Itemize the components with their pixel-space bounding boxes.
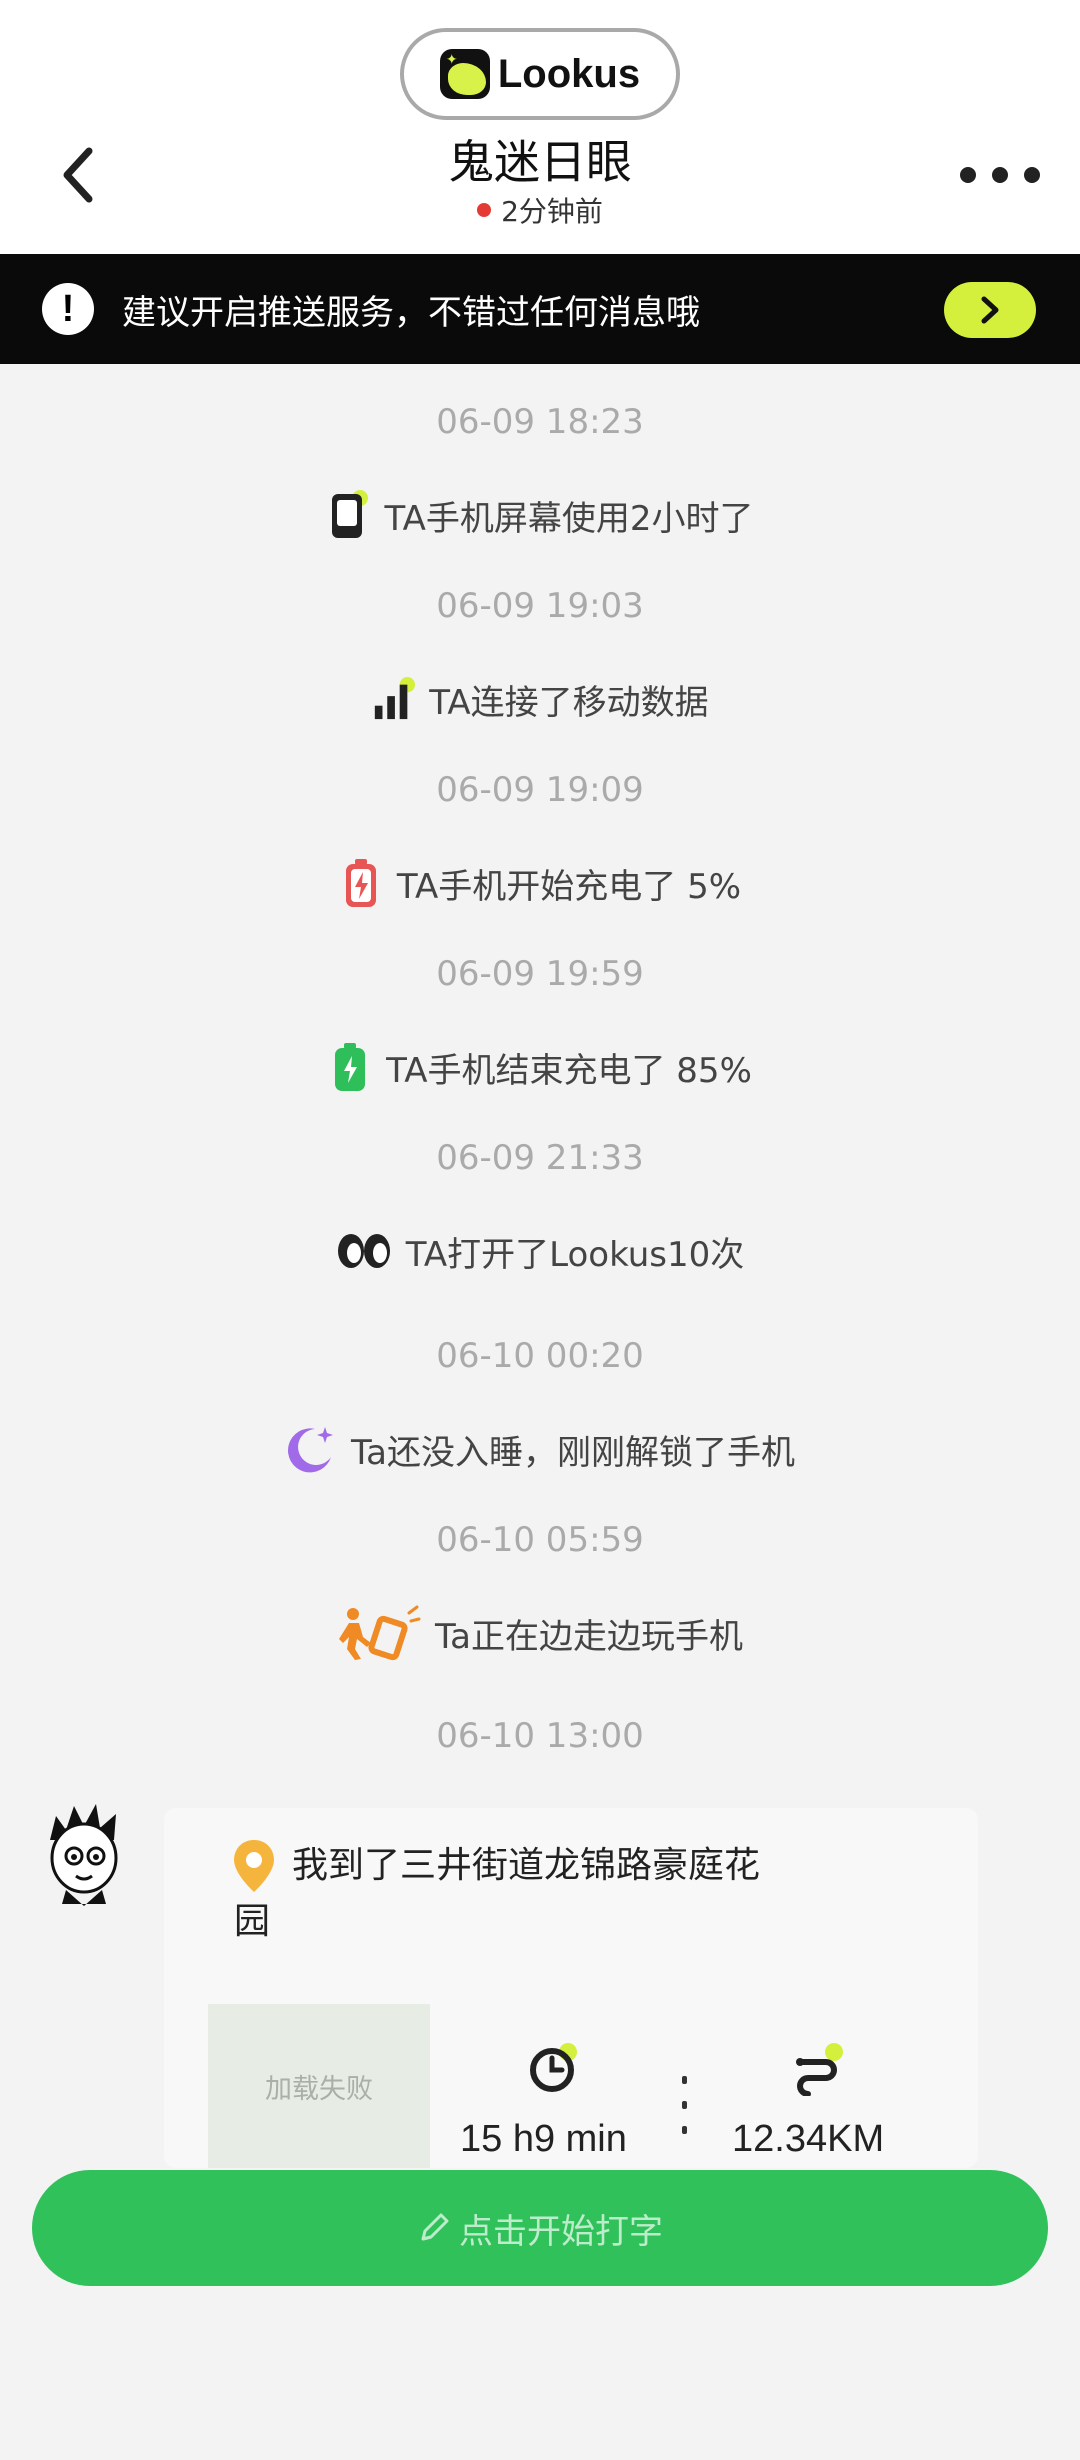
phone-screen-icon [326,490,370,540]
brand-name: Lookus [497,51,641,96]
event-text: Ta还没入睡，刚刚解锁了手机 [351,1432,795,1473]
timestamp: 06-09 19:59 [436,954,644,994]
moon-icon [285,1424,337,1474]
pencil-icon [421,2213,449,2241]
page-title: 鬼迷日眼 [448,135,632,189]
avatar[interactable] [36,1800,132,1910]
event-row: TA手机结束充电了 85% [0,1042,1080,1092]
start-typing-label: 点击开始打字 [459,2211,663,2252]
timestamp: 06-09 18:23 [436,402,644,442]
clock-icon [526,2040,582,2100]
push-notification-banner[interactable]: ! 建议开启推送服务，不错过任何消息哦 [0,254,1080,364]
event-text: TA手机开始充电了 5% [396,866,742,907]
event-text: Ta正在边走边玩手机 [435,1616,743,1657]
alert-icon: ! [42,283,94,335]
duration-value: 15 h9 min [460,2118,627,2160]
timestamp: 06-10 13:00 [436,1716,644,1756]
stat-divider [681,2076,687,2134]
event-text: TA手机结束充电了 85% [386,1050,752,1091]
brand-badge[interactable]: ✦ Lookus [400,28,680,120]
event-text: TA连接了移动数据 [429,682,709,723]
start-typing-button[interactable]: 点击开始打字 [32,2170,1048,2286]
distance-value: 12.34KM [732,2118,885,2160]
timestamp: 06-10 00:20 [436,1336,644,1376]
map-thumbnail[interactable]: 加载失败 [208,2004,430,2168]
event-row: TA手机开始充电了 5% [0,858,1080,908]
timestamp: 06-09 19:09 [436,770,644,810]
event-row: TA打开了Lookus10次 [0,1226,1080,1276]
last-seen-text: 2分钟前 [501,195,603,228]
route-icon [790,2040,846,2100]
mobile-data-icon [371,674,416,724]
event-text: TA手机屏幕使用2小时了 [384,498,754,539]
location-text-wrap: 我到了三井街道龙锦路豪庭花园 [234,1838,794,1950]
header: ✦ Lookus 鬼迷日眼 2分钟前 [0,0,1080,254]
location-text: 我到了三井街道龙锦路豪庭花园 [234,1845,761,1942]
online-status: 2分钟前 [0,190,1080,230]
timestamp: 06-09 19:03 [436,586,644,626]
timestamp: 06-10 05:59 [436,1520,644,1560]
banner-go-button[interactable] [944,282,1036,338]
event-text: TA打开了Lookus10次 [405,1234,745,1275]
banner-text: 建议开启推送服务，不错过任何消息哦 [122,292,700,333]
map-load-failed-text: 加载失败 [265,2073,373,2105]
eyes-icon [336,1226,392,1276]
battery-charging-low-icon [339,858,383,908]
event-row: TA手机屏幕使用2小时了 [0,490,1080,540]
location-message-card[interactable]: 我到了三井街道龙锦路豪庭花园 加载失败 15 h9 min 12.34KM [164,1808,978,2168]
event-row: Ta还没入睡，刚刚解锁了手机 [0,1424,1080,1474]
chevron-right-icon [981,296,999,324]
event-row: TA连接了移动数据 [0,674,1080,724]
more-options-button[interactable] [960,160,1040,190]
walking-phone-icon [337,1605,421,1661]
lookus-logo-icon: ✦ [439,49,490,99]
battery-charged-icon [328,1042,372,1092]
timestamp: 06-09 21:33 [436,1138,644,1178]
event-row: Ta正在边走边玩手机 [0,1605,1080,1661]
status-dot [477,203,492,217]
